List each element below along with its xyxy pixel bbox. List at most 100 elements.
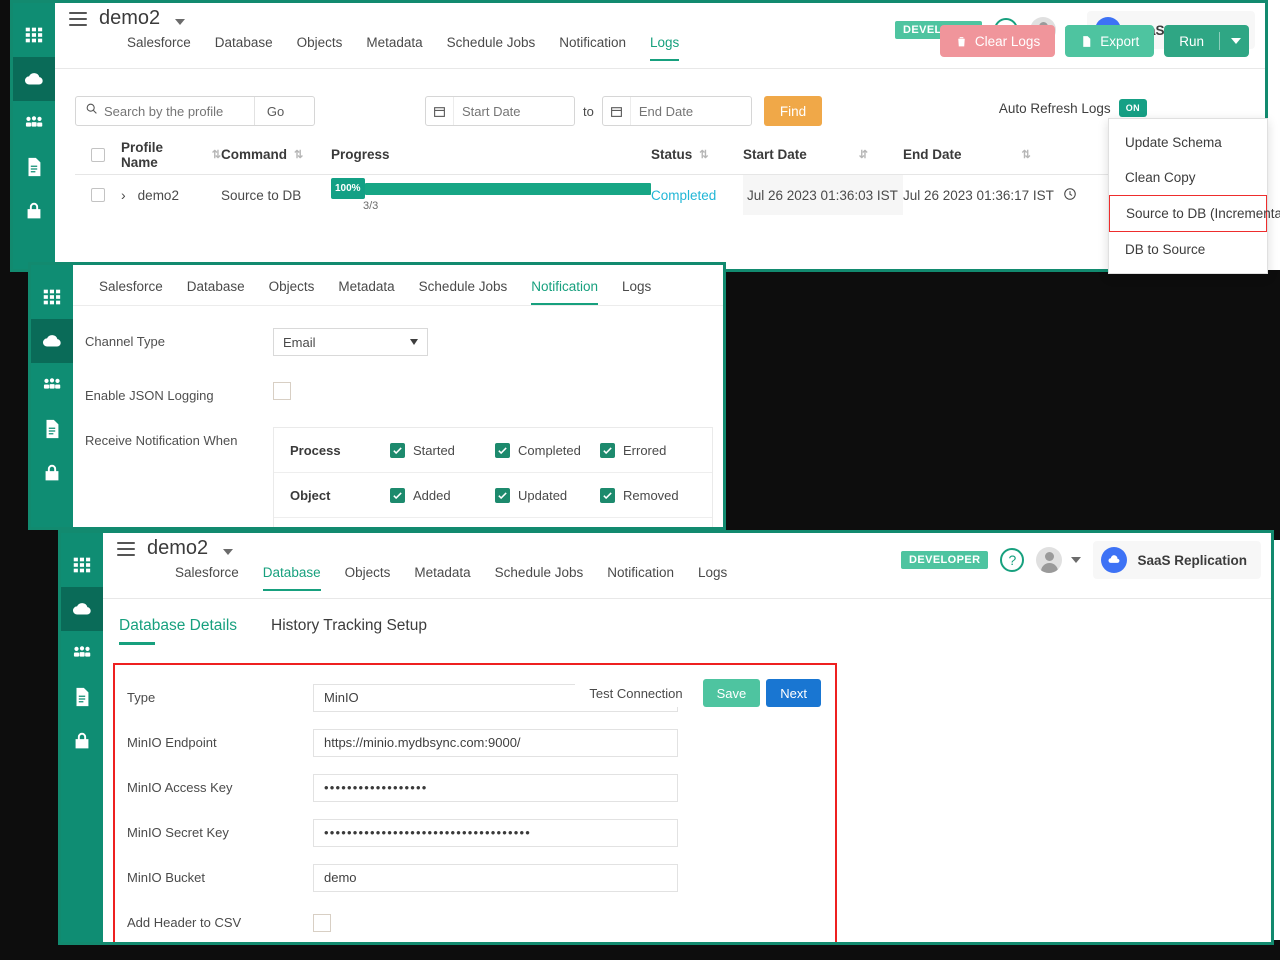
notif-option[interactable]: Updated bbox=[495, 487, 600, 503]
checked-checkbox-icon[interactable] bbox=[600, 442, 615, 458]
sort-icon-command[interactable]: ⇅ bbox=[294, 148, 303, 161]
sort-icon-end-date[interactable]: ⇅ bbox=[1022, 148, 1031, 161]
tab-database[interactable]: Database bbox=[262, 565, 321, 591]
tab-notification[interactable]: Notification bbox=[607, 565, 674, 591]
tab-notification[interactable]: Notification bbox=[559, 35, 626, 61]
end-date-input[interactable] bbox=[630, 103, 741, 119]
tab-objects[interactable]: Objects bbox=[345, 565, 391, 591]
header-command[interactable]: Command ⇅ bbox=[221, 147, 331, 162]
header-profile-name[interactable]: Profile Name ⇅ bbox=[121, 140, 221, 170]
tab-logs[interactable]: Logs bbox=[622, 279, 651, 305]
checked-checkbox-icon[interactable] bbox=[600, 487, 615, 503]
account-menu[interactable] bbox=[1036, 547, 1082, 573]
json-logging-checkbox[interactable] bbox=[273, 382, 291, 400]
run-menu-source-to-db-incremental[interactable]: Source to DB (Incremental) bbox=[1109, 195, 1280, 232]
tab-salesforce[interactable]: Salesforce bbox=[127, 35, 191, 61]
find-button[interactable]: Find bbox=[763, 96, 823, 126]
sidebar-item-cloud[interactable] bbox=[13, 57, 55, 101]
sidebar-item-cloud[interactable] bbox=[31, 319, 73, 363]
field-label-type: Type bbox=[127, 690, 156, 705]
table-row[interactable]: › demo2 Source to DB 100% 3/3 Completed … bbox=[75, 175, 1265, 215]
notif-option[interactable]: Removed bbox=[600, 487, 705, 503]
hamburger-menu-icon[interactable] bbox=[69, 11, 87, 26]
tab-database[interactable]: Database bbox=[215, 35, 273, 61]
subtab-database-details[interactable]: Database Details bbox=[119, 617, 237, 645]
row-checkbox[interactable] bbox=[91, 188, 105, 202]
bucket-input[interactable]: demo bbox=[313, 863, 678, 892]
help-circle-icon[interactable]: ? bbox=[1000, 548, 1025, 572]
product-switcher[interactable]: SaaS Replication bbox=[1093, 541, 1261, 579]
calendar-icon[interactable] bbox=[426, 97, 454, 125]
next-button[interactable]: Next bbox=[766, 679, 821, 707]
export-button[interactable]: Export bbox=[1065, 25, 1155, 57]
clear-logs-button[interactable]: Clear Logs bbox=[939, 25, 1056, 57]
run-menu-update-schema[interactable]: Update Schema bbox=[1109, 125, 1267, 160]
sort-icon-profile[interactable]: ⇅ bbox=[212, 148, 221, 161]
checked-checkbox-icon[interactable] bbox=[495, 442, 510, 458]
select-all-checkbox[interactable] bbox=[91, 147, 105, 162]
test-connection-button[interactable]: Test Connection bbox=[575, 679, 697, 707]
sidebar-item-lock[interactable] bbox=[13, 189, 55, 233]
sidebar-item-lock[interactable] bbox=[31, 451, 73, 495]
endpoint-input[interactable]: https://minio.mydbsync.com:9000/ bbox=[313, 728, 678, 757]
add-header-checkbox[interactable] bbox=[313, 913, 331, 932]
header-end-date[interactable]: End Date ⇅ bbox=[903, 147, 1063, 162]
sidebar-item-users[interactable] bbox=[61, 631, 103, 675]
sidebar-item-document[interactable] bbox=[31, 407, 73, 451]
run-menu-db-to-source[interactable]: DB to Source bbox=[1109, 232, 1267, 267]
sidebar-item-users[interactable] bbox=[31, 363, 73, 407]
tab-schedule-jobs[interactable]: Schedule Jobs bbox=[495, 565, 584, 591]
tab-salesforce[interactable]: Salesforce bbox=[175, 565, 239, 591]
channel-type-select[interactable]: Email bbox=[273, 328, 428, 356]
profile-dropdown-caret-icon[interactable] bbox=[175, 18, 186, 25]
logs-table-header: Profile Name ⇅ Command ⇅ Progress Status ⇅ … bbox=[75, 135, 1265, 175]
expand-row-chevron-icon[interactable]: › bbox=[121, 187, 126, 203]
tab-schedule-jobs[interactable]: Schedule Jobs bbox=[447, 35, 536, 61]
notif-option[interactable]: Errored bbox=[600, 442, 705, 458]
header-status[interactable]: Status ⇅ bbox=[651, 147, 743, 162]
tab-database[interactable]: Database bbox=[187, 279, 245, 305]
subtab-history-tracking-setup[interactable]: History Tracking Setup bbox=[271, 617, 427, 645]
access-key-input[interactable]: •••••••••••••••••• bbox=[313, 773, 678, 802]
checked-checkbox-icon[interactable] bbox=[390, 442, 405, 458]
tab-metadata[interactable]: Metadata bbox=[414, 565, 470, 591]
sidebar-item-users[interactable] bbox=[13, 101, 55, 145]
search-input[interactable] bbox=[104, 103, 254, 119]
calendar-icon-end[interactable] bbox=[603, 97, 631, 125]
lock-icon bbox=[27, 202, 41, 219]
hamburger-menu-icon[interactable] bbox=[117, 541, 135, 556]
secret-key-input[interactable]: •••••••••••••••••••••••••••••••••••• bbox=[313, 818, 678, 847]
notif-option[interactable]: Completed bbox=[495, 442, 600, 458]
save-button[interactable]: Save bbox=[702, 679, 761, 707]
sort-icon-start-date[interactable]: ⇵ bbox=[859, 148, 868, 161]
sidebar-item-document[interactable] bbox=[61, 675, 103, 719]
sidebar-item-lock[interactable] bbox=[61, 719, 103, 763]
tab-metadata[interactable]: Metadata bbox=[338, 279, 394, 305]
sidebar-item-apps[interactable] bbox=[31, 275, 73, 319]
tab-logs[interactable]: Logs bbox=[650, 35, 680, 61]
profile-dropdown-caret-icon[interactable] bbox=[223, 548, 234, 555]
tab-metadata[interactable]: Metadata bbox=[366, 35, 422, 61]
header-start-date[interactable]: Start Date ⇵ bbox=[743, 147, 903, 162]
auto-refresh-toggle[interactable]: ON bbox=[1118, 99, 1147, 117]
checked-checkbox-icon[interactable] bbox=[390, 487, 405, 503]
go-button[interactable]: Go bbox=[254, 97, 296, 125]
notif-option[interactable]: Added bbox=[390, 487, 495, 503]
start-date-input[interactable] bbox=[454, 103, 564, 119]
tab-objects[interactable]: Objects bbox=[269, 279, 315, 305]
sidebar-item-apps[interactable] bbox=[13, 13, 55, 57]
checked-checkbox-icon[interactable] bbox=[495, 487, 510, 503]
run-button[interactable]: Run bbox=[1164, 25, 1249, 57]
sidebar-item-cloud[interactable] bbox=[61, 587, 103, 631]
run-caret-icon[interactable] bbox=[1231, 38, 1241, 44]
tab-objects[interactable]: Objects bbox=[297, 35, 343, 61]
sidebar-item-apps[interactable] bbox=[61, 543, 103, 587]
notif-option[interactable]: Started bbox=[390, 442, 495, 458]
sort-icon-status[interactable]: ⇅ bbox=[699, 148, 708, 161]
run-menu-clean-copy[interactable]: Clean Copy bbox=[1109, 160, 1267, 195]
tab-notification[interactable]: Notification bbox=[531, 279, 599, 305]
tab-logs[interactable]: Logs bbox=[698, 565, 727, 591]
tab-salesforce[interactable]: Salesforce bbox=[99, 279, 163, 305]
sidebar-item-document[interactable] bbox=[13, 145, 55, 189]
tab-schedule-jobs[interactable]: Schedule Jobs bbox=[419, 279, 508, 305]
